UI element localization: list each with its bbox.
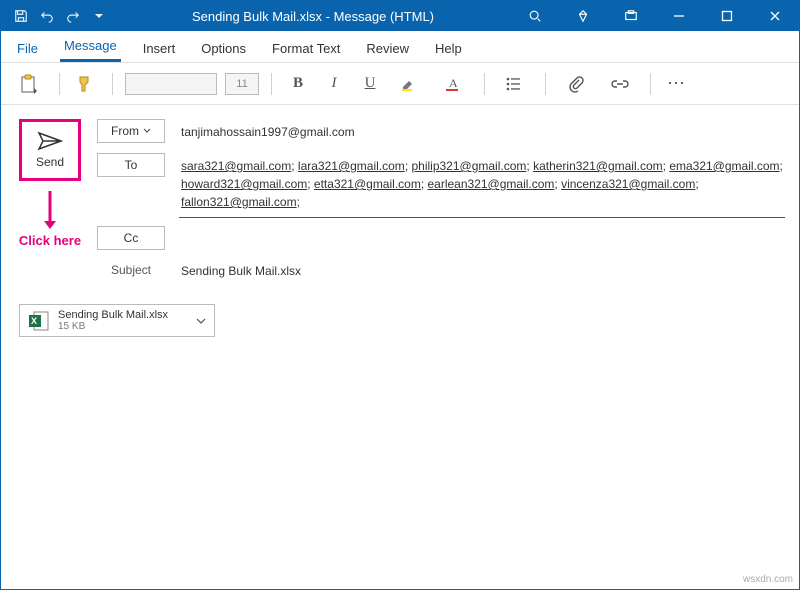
attachment-meta: Sending Bulk Mail.xlsx 15 KB: [58, 309, 168, 332]
paste-button[interactable]: [11, 70, 47, 98]
save-icon[interactable]: [9, 4, 33, 28]
separator: [112, 73, 113, 95]
italic-button[interactable]: I: [320, 70, 348, 98]
quick-access-toolbar: [1, 4, 111, 28]
tab-message[interactable]: Message: [60, 32, 121, 62]
underline-button[interactable]: U: [356, 70, 384, 98]
ribbon-tabs: File Message Insert Options Format Text …: [1, 31, 799, 63]
cc-button[interactable]: Cc: [97, 226, 165, 250]
separator: [271, 73, 272, 95]
window-title: Sending Bulk Mail.xlsx - Message (HTML): [111, 9, 515, 24]
redo-icon[interactable]: [61, 4, 85, 28]
tab-options[interactable]: Options: [197, 35, 250, 62]
bullets-button[interactable]: [497, 70, 533, 98]
font-size-input[interactable]: [225, 73, 259, 95]
tab-insert[interactable]: Insert: [139, 35, 180, 62]
bold-button[interactable]: B: [284, 70, 312, 98]
watermark: wsxdn.com: [743, 574, 793, 585]
ribbon-display-icon[interactable]: [611, 1, 651, 31]
separator: [545, 73, 546, 95]
recipient-link[interactable]: philip321@gmail.com: [411, 159, 526, 173]
send-icon: [37, 131, 63, 151]
chevron-down-icon: [143, 127, 151, 135]
recipient-link[interactable]: katherin321@gmail.com: [533, 159, 663, 173]
excel-file-icon: X: [28, 310, 50, 332]
maximize-button[interactable]: [707, 1, 747, 31]
more-commands-button[interactable]: ⋯: [663, 70, 691, 98]
attach-file-button[interactable]: [558, 70, 594, 98]
attachment-size: 15 KB: [58, 321, 168, 332]
chevron-down-icon[interactable]: [196, 316, 206, 326]
from-button[interactable]: From: [97, 119, 165, 143]
annotation-text: Click here: [19, 233, 81, 248]
send-label: Send: [36, 155, 64, 169]
font-family-input[interactable]: [125, 73, 217, 95]
recipient-link[interactable]: fallon321@gmail.com: [181, 195, 297, 209]
attachment-item[interactable]: X Sending Bulk Mail.xlsx 15 KB: [19, 304, 215, 337]
attachments-area: X Sending Bulk Mail.xlsx 15 KB: [1, 292, 799, 349]
recipient-link[interactable]: ema321@gmail.com: [669, 159, 779, 173]
recipient-link[interactable]: etta321@gmail.com: [314, 177, 421, 191]
recipient-link[interactable]: vincenza321@gmail.com: [561, 177, 695, 191]
minimize-button[interactable]: [659, 1, 699, 31]
send-column: Send Click here: [15, 119, 85, 292]
separator: [59, 73, 60, 95]
tab-format-text[interactable]: Format Text: [268, 35, 344, 62]
to-field[interactable]: sara321@gmail.com; lara321@gmail.com; ph…: [179, 153, 785, 218]
annotation-arrow-icon: [42, 191, 58, 231]
undo-icon[interactable]: [35, 4, 59, 28]
tab-review[interactable]: Review: [362, 35, 413, 62]
send-button[interactable]: Send: [19, 119, 81, 181]
window-controls: [515, 1, 799, 31]
titlebar: Sending Bulk Mail.xlsx - Message (HTML): [1, 1, 799, 31]
svg-text:A: A: [449, 76, 458, 90]
subject-field[interactable]: Sending Bulk Mail.xlsx: [179, 258, 785, 284]
qat-dropdown-icon[interactable]: [87, 4, 111, 28]
separator: [484, 73, 485, 95]
svg-text:X: X: [31, 316, 37, 326]
recipient-link[interactable]: lara321@gmail.com: [298, 159, 405, 173]
attachment-name: Sending Bulk Mail.xlsx: [58, 309, 168, 321]
format-painter-button[interactable]: [72, 70, 100, 98]
tab-help[interactable]: Help: [431, 35, 466, 62]
premium-icon[interactable]: [563, 1, 603, 31]
subject-label: Subject: [97, 258, 165, 282]
link-button[interactable]: [602, 70, 638, 98]
outlook-message-window: Sending Bulk Mail.xlsx - Message (HTML): [0, 0, 800, 590]
header-fields: From tanjimahossain1997@gmail.com To sar…: [97, 119, 785, 292]
to-button[interactable]: To: [97, 153, 165, 177]
search-icon[interactable]: [515, 1, 555, 31]
compose-area: Send Click here From tanjimahossain1997@…: [1, 105, 799, 292]
tab-file[interactable]: File: [13, 35, 42, 62]
text-highlight-button[interactable]: [392, 70, 428, 98]
from-value[interactable]: tanjimahossain1997@gmail.com: [179, 119, 785, 145]
close-button[interactable]: [755, 1, 795, 31]
ribbon-toolbar: B I U A ⋯: [1, 63, 799, 105]
recipient-link[interactable]: sara321@gmail.com: [181, 159, 291, 173]
recipient-link[interactable]: earlean321@gmail.com: [428, 177, 555, 191]
font-color-button[interactable]: A: [436, 70, 472, 98]
recipient-link[interactable]: howard321@gmail.com: [181, 177, 307, 191]
cc-field[interactable]: [179, 226, 785, 234]
separator: [650, 73, 651, 95]
